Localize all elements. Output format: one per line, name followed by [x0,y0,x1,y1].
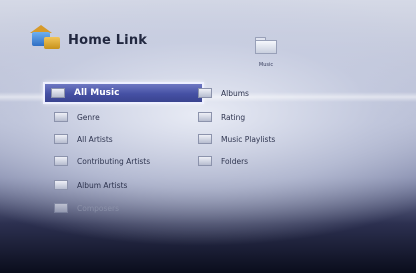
folder-icon [54,134,68,144]
menu-item-contributing-artists[interactable]: Contributing Artists [54,153,150,169]
folder-icon [51,88,65,98]
menu-item-label: Music Playlists [221,134,276,144]
menu-item-label: All Music [74,88,120,98]
menu-item-all-music[interactable]: All Music [43,82,204,104]
folder-icon [198,156,212,166]
menu-item-label: Albums [221,88,249,98]
folder-icon [198,112,212,122]
menu-item-label: Rating [221,112,246,122]
folder-icon [198,88,212,98]
menu-item-label: Album Artists [77,180,128,190]
menu-item-composers[interactable]: Composers [54,200,119,216]
menu-item-label: Composers [77,203,119,213]
folder-icon [198,134,212,144]
category-music[interactable]: Music [251,37,281,68]
menu-item-music-playlists[interactable]: Music Playlists [198,131,275,147]
folder-icon [255,37,277,54]
menu-item-genre[interactable]: Genre [54,109,100,125]
menu-item-albums[interactable]: Albums [198,85,249,101]
menu-item-all-artists[interactable]: All Artists [54,131,113,147]
app-header: Home Link [30,25,148,50]
menu-item-label: Folders [221,156,249,166]
folder-icon [54,156,68,166]
folder-icon [54,203,68,213]
screen: Home Link Music All Music Genre All Arti… [0,0,416,273]
menu-item-rating[interactable]: Rating [198,109,245,125]
folder-icon [54,112,68,122]
category-label: Music [258,62,274,68]
menu-item-folders[interactable]: Folders [198,153,248,169]
home-link-icon [30,25,62,50]
folder-icon [54,180,68,190]
app-title: Home Link [68,32,148,48]
menu-item-label: All Artists [77,134,113,144]
menu-item-label: Genre [77,112,100,122]
menu-item-label: Contributing Artists [77,156,151,166]
menu-item-album-artists[interactable]: Album Artists [54,177,127,193]
